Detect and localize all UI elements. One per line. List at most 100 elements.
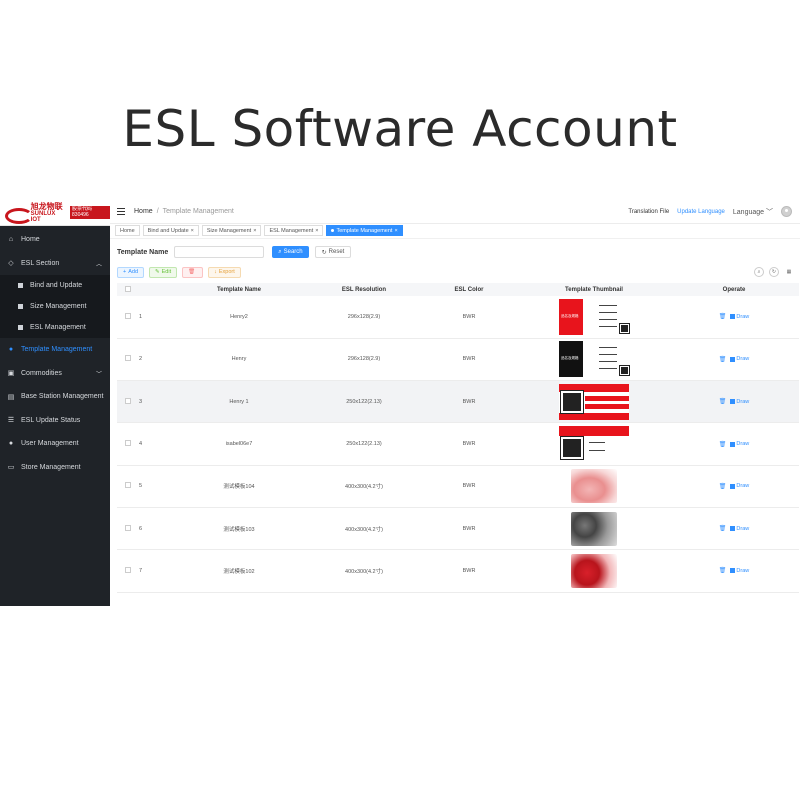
delete-button[interactable]: 🗑 <box>182 266 204 278</box>
reset-button[interactable]: ↻ Reset <box>314 246 352 258</box>
update-language-link[interactable]: Update Language <box>677 209 725 215</box>
sidebar-item-base-station-management[interactable]: ▤ Base Station Management <box>0 385 110 409</box>
sidebar-item-label: ESL Management <box>30 324 86 331</box>
sidebar-item-bind-and-update[interactable]: Bind and Update <box>0 275 110 296</box>
breadcrumb-separator: / <box>156 208 159 215</box>
search-toggle-icon[interactable]: ⌕ <box>754 267 764 277</box>
globe-icon: ● <box>8 346 14 354</box>
draw-button[interactable]: Draw <box>730 356 749 362</box>
search-button[interactable]: ⌕ Search <box>272 246 309 258</box>
trash-icon[interactable]: 🗑 <box>719 398 727 405</box>
sidebar-item-home[interactable]: ⌂ Home <box>0 228 110 252</box>
trash-icon[interactable]: 🗑 <box>719 483 727 490</box>
sidebar-item-esl-update-status[interactable]: ☰ ESL Update Status <box>0 409 110 433</box>
row-color: BWR <box>419 296 519 339</box>
tab-bar: Home Bind and Update × Size Management × E… <box>110 225 800 239</box>
station-icon: ▤ <box>7 393 15 401</box>
row-color: BWR <box>419 338 519 382</box>
table-row[interactable]: 2 Henry 296x128(2.9) BWR 品名及规格 🗑 Draw <box>117 338 799 382</box>
template-thumbnail[interactable]: 品名及规格 <box>559 341 630 378</box>
draw-button[interactable]: Draw <box>730 568 749 574</box>
trash-icon[interactable]: 🗑 <box>719 441 727 448</box>
tab-esl-management[interactable]: ESL Management × <box>264 225 324 236</box>
square-icon <box>16 303 24 311</box>
row-checkbox[interactable] <box>125 524 131 531</box>
translation-file-link[interactable]: Translation File <box>628 209 669 215</box>
row-checkbox[interactable] <box>125 397 131 404</box>
trash-icon[interactable]: 🗑 <box>719 567 727 574</box>
sidebar-item-commodities[interactable]: ▣ Commodities ﹀ <box>0 362 110 386</box>
row-resolution: 250x122(2.13) <box>309 380 419 424</box>
sidebar-item-template-management[interactable]: ● Template Management <box>0 338 110 362</box>
row-checkbox[interactable] <box>125 566 131 573</box>
edit-button[interactable]: ✎ Edit <box>149 266 178 278</box>
download-icon: ↓ <box>214 269 217 275</box>
row-template-name: Henry <box>169 338 309 382</box>
draw-button[interactable]: Draw <box>730 441 749 447</box>
row-color: BWR <box>419 380 519 424</box>
template-thumbnail[interactable] <box>571 511 617 546</box>
template-thumbnail[interactable] <box>559 383 629 420</box>
refresh-icon[interactable]: ↻ <box>769 267 779 277</box>
sidebar-item-esl-section[interactable]: ◇ ESL Section ︿ <box>0 252 110 276</box>
tab-bind-and-update[interactable]: Bind and Update × <box>142 225 199 236</box>
table-row[interactable]: 5 测试模板104 400x300(4.2寸) BWR 🗑 Draw <box>117 465 799 508</box>
chevron-down-icon: ﹀ <box>766 208 773 216</box>
trash-icon: 🗑 <box>188 269 196 275</box>
template-thumbnail[interactable] <box>571 469 617 504</box>
list-icon: ☰ <box>7 417 15 425</box>
row-checkbox[interactable] <box>125 312 131 319</box>
sidebar-item-label: Commodities <box>21 369 62 377</box>
template-thumbnail[interactable] <box>571 553 617 588</box>
add-button[interactable]: + Add <box>117 266 145 278</box>
avatar[interactable] <box>781 206 792 217</box>
row-template-name: Henry 1 <box>169 380 309 424</box>
sidebar-item-esl-management[interactable]: ESL Management <box>0 317 110 338</box>
table-row[interactable]: 6 测试模板103 400x300(4.2寸) BWR 🗑 Draw <box>117 507 799 551</box>
close-icon[interactable]: × <box>315 228 318 234</box>
tab-size-management[interactable]: Size Management × <box>201 225 262 236</box>
draw-button[interactable]: Draw <box>730 483 749 489</box>
sidebar-item-user-management[interactable]: ● User Management <box>0 432 110 456</box>
select-all-checkbox[interactable] <box>125 285 131 292</box>
template-thumbnail[interactable]: 品名及规格 <box>559 298 630 335</box>
trash-icon[interactable]: 🗑 <box>719 356 727 363</box>
tab-template-management[interactable]: Template Management × <box>326 225 403 236</box>
close-icon[interactable]: × <box>191 228 194 234</box>
row-checkbox[interactable] <box>125 482 131 489</box>
language-dropdown[interactable]: Language ﹀ <box>733 207 773 217</box>
trash-icon[interactable]: 🗑 <box>719 525 727 532</box>
table-row[interactable]: 7 测试模板102 400x300(4.2寸) BWR 🗑 Draw <box>117 549 799 593</box>
chevron-down-icon: ﹀ <box>95 371 102 378</box>
sidebar-item-size-management[interactable]: Size Management <box>0 296 110 317</box>
topbar: Home / Template Management Translation F… <box>110 200 800 224</box>
sidebar-item-store-management[interactable]: ▭ Store Management <box>0 456 110 480</box>
table-row[interactable]: 3 Henry 1 250x122(2.13) BWR 🗑 Draw <box>117 380 799 424</box>
export-button[interactable]: ↓ Export <box>208 266 241 278</box>
draw-button[interactable]: Draw <box>730 314 749 320</box>
row-index: 6 <box>139 507 169 551</box>
breadcrumb-home[interactable]: Home <box>134 208 153 215</box>
row-checkbox[interactable] <box>125 355 131 362</box>
draw-button[interactable]: Draw <box>730 399 749 405</box>
table-row[interactable]: 1 Henry2 296x128(2.9) BWR 品名及规格 🗑 Draw <box>117 296 799 339</box>
row-resolution: 400x300(4.2寸) <box>309 507 419 551</box>
template-name-input[interactable] <box>174 246 265 258</box>
draw-button[interactable]: Draw <box>730 526 749 532</box>
col-template-name: Template Name <box>217 286 261 293</box>
template-thumbnail[interactable] <box>559 426 629 463</box>
row-color: BWR <box>419 465 519 508</box>
columns-icon[interactable]: ▦ <box>784 267 794 277</box>
row-index: 4 <box>139 422 169 466</box>
menu-toggle-icon[interactable] <box>117 208 125 215</box>
tab-home[interactable]: Home <box>115 225 140 236</box>
col-template-thumbnail: Template Thumbnail <box>565 286 623 293</box>
row-checkbox[interactable] <box>125 440 131 447</box>
close-icon[interactable]: × <box>394 228 397 234</box>
table-row[interactable]: 4 isabel06e7 250x122(2.13) BWR 🗑 Draw <box>117 422 799 466</box>
row-template-name: 测试模板103 <box>169 507 309 551</box>
logo-cn: 旭龙物联 <box>30 201 63 211</box>
edit-icon <box>730 441 736 447</box>
close-icon[interactable]: × <box>253 228 256 234</box>
trash-icon[interactable]: 🗑 <box>719 313 727 320</box>
